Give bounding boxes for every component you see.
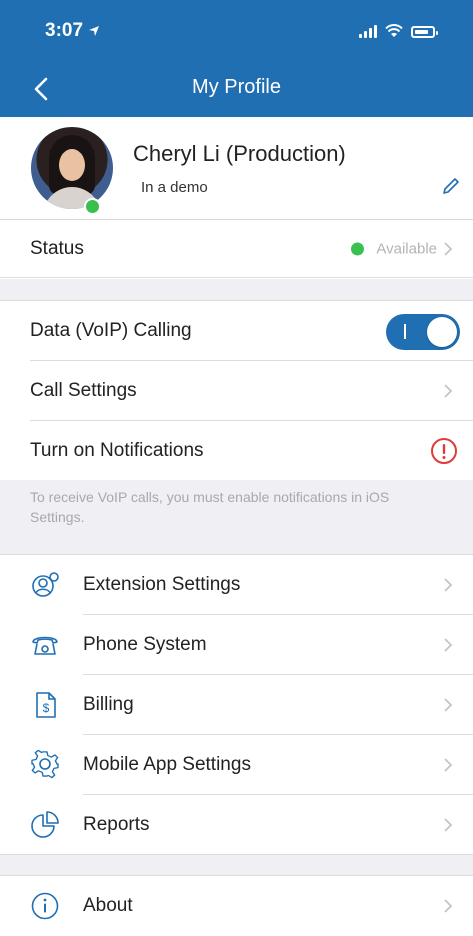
status-icons <box>359 24 438 38</box>
chevron-right-icon <box>444 241 453 256</box>
info-icon <box>31 892 59 920</box>
chevron-right-icon <box>444 638 453 652</box>
status-bar: 3:07 <box>0 0 473 60</box>
status-value: Available <box>376 240 437 257</box>
available-indicator <box>351 242 365 255</box>
chevron-right-icon <box>444 818 453 832</box>
chevron-right-icon <box>444 698 453 712</box>
status-row[interactable]: Status Available <box>0 220 473 278</box>
page-title: My Profile <box>192 76 281 98</box>
section-gap <box>0 279 473 300</box>
phone-icon <box>32 636 58 655</box>
wifi-icon <box>385 24 403 37</box>
menu-item-extension-settings[interactable]: Extension Settings <box>0 555 473 615</box>
profile-status-message: In a demo <box>141 179 208 196</box>
pencil-icon[interactable] <box>441 176 461 196</box>
menu-item-label: Reports <box>83 814 150 835</box>
menu-item-label: Extension Settings <box>83 574 241 595</box>
voip-calling-row: Data (VoIP) Calling <box>0 301 473 361</box>
extension-settings-icon <box>32 572 59 597</box>
notifications-note: To receive VoIP calls, you must enable n… <box>0 480 473 554</box>
notifications-row[interactable]: Turn on Notifications <box>0 421 473 480</box>
voip-calling-label: Data (VoIP) Calling <box>30 320 192 341</box>
call-settings-label: Call Settings <box>30 380 137 401</box>
avatar[interactable] <box>31 127 113 209</box>
profile-card: Cheryl Li (Production) In a demo <box>0 117 473 220</box>
status-value-group: Available <box>351 240 437 257</box>
menu-item-phone-system[interactable]: Phone System <box>0 615 473 675</box>
chevron-right-icon <box>444 578 453 592</box>
warning-icon <box>431 438 457 464</box>
menu-item-label: Phone System <box>83 634 207 655</box>
menu-item-mobile-app-settings[interactable]: Mobile App Settings <box>0 735 473 795</box>
toggle-on-mark <box>404 324 406 339</box>
status-label: Status <box>30 237 84 259</box>
location-arrow-icon <box>89 26 99 36</box>
svg-text:$: $ <box>43 701 50 715</box>
call-settings-row[interactable]: Call Settings <box>0 361 473 421</box>
menu-item-about[interactable]: About <box>0 876 473 936</box>
battery-icon <box>411 26 438 38</box>
billing-icon: $ <box>36 692 56 718</box>
presence-indicator <box>84 198 101 215</box>
notifications-label: Turn on Notifications <box>30 439 204 461</box>
about-label: About <box>83 895 133 916</box>
chevron-right-icon <box>444 384 453 398</box>
gear-icon <box>31 750 59 779</box>
menu-item-label: Billing <box>83 694 134 715</box>
menu-item-billing[interactable]: $ Billing <box>0 675 473 735</box>
chevron-right-icon <box>444 758 453 772</box>
reports-icon <box>31 811 59 838</box>
toggle-knob <box>427 317 457 347</box>
profile-name: Cheryl Li (Production) <box>133 141 346 166</box>
section-gap <box>0 855 473 875</box>
chevron-right-icon <box>444 899 453 913</box>
status-time: 3:07 <box>45 20 84 41</box>
cellular-signal-icon <box>359 24 377 38</box>
app-header: 3:07 My Profile <box>0 0 473 117</box>
menu-item-reports[interactable]: Reports <box>0 795 473 855</box>
voip-calling-toggle[interactable] <box>386 314 460 350</box>
menu-item-label: Mobile App Settings <box>83 754 251 775</box>
